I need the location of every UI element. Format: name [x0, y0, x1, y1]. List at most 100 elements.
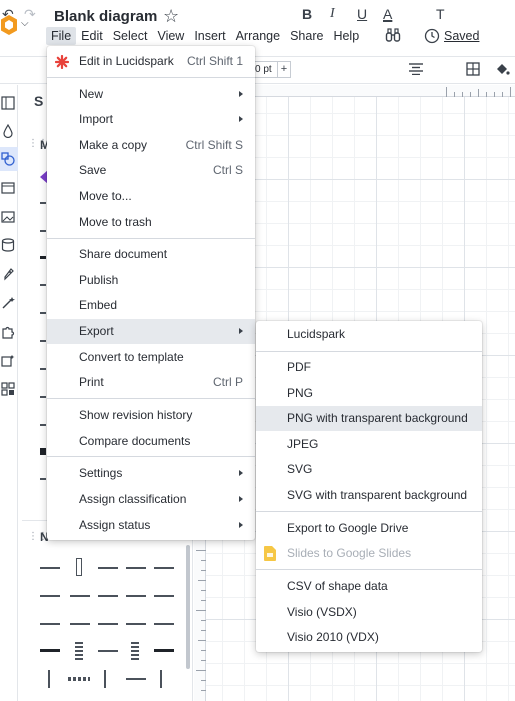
undo-icon[interactable]: ↶ — [2, 6, 14, 22]
shape-line[interactable] — [40, 396, 46, 398]
redo-icon[interactable]: ↷ — [24, 6, 36, 22]
shape-connector[interactable] — [104, 670, 106, 688]
pages-icon[interactable] — [1, 96, 15, 110]
shape-connector[interactable] — [75, 642, 83, 660]
panel-scrollbar[interactable] — [186, 545, 190, 669]
menu-item-show-revision-history[interactable]: Show revision history — [47, 403, 255, 428]
shape-connector[interactable] — [154, 649, 174, 652]
menu-select[interactable]: Select — [108, 27, 153, 45]
export-item-vdx[interactable]: Visio 2010 (VDX) — [256, 625, 482, 650]
menu-edit[interactable]: Edit — [76, 27, 108, 45]
shape-line[interactable] — [40, 202, 46, 204]
puzzle-icon[interactable] — [1, 325, 15, 339]
drop-icon[interactable] — [1, 124, 15, 138]
shape-connector[interactable] — [40, 567, 60, 569]
shape-connector[interactable] — [40, 623, 60, 625]
menu-item-make-a-copy[interactable]: Make a copy Ctrl Shift S — [47, 133, 255, 158]
shape-connector[interactable] — [126, 595, 146, 597]
menu-item-compare-documents[interactable]: Compare documents — [47, 429, 255, 454]
menu-item-assign-status[interactable]: Assign status — [47, 513, 255, 538]
integrations-icon[interactable] — [1, 382, 15, 396]
menu-item-print[interactable]: Print Ctrl P — [47, 370, 255, 395]
shape-line[interactable] — [40, 368, 46, 370]
text-options-button[interactable]: T — [436, 6, 445, 22]
menu-item-share-document[interactable]: Share document — [47, 242, 255, 267]
shape-connector[interactable] — [154, 595, 174, 597]
export-item-png-transparent[interactable]: PNG with transparent background — [256, 406, 482, 431]
export-item-png[interactable]: PNG — [256, 381, 482, 406]
shape-connector[interactable] — [98, 650, 118, 652]
star-icon[interactable]: ☆ — [163, 7, 179, 25]
shape-connector[interactable] — [126, 623, 146, 625]
shape-line[interactable] — [40, 340, 46, 342]
menu-item-publish[interactable]: Publish — [47, 268, 255, 293]
table-icon[interactable] — [466, 62, 480, 76]
menu-item-edit-in-lucidspark[interactable]: Edit in Lucidspark Ctrl Shift 1 — [47, 49, 255, 74]
shape-connector[interactable] — [68, 677, 90, 681]
shape-connector[interactable] — [70, 623, 90, 625]
text-color-button[interactable]: A — [383, 6, 392, 22]
frame-icon[interactable] — [1, 181, 15, 195]
shape-connector[interactable] — [98, 595, 118, 597]
shape-connector[interactable] — [131, 642, 139, 660]
shape-connector[interactable] — [48, 670, 50, 688]
clock-icon[interactable] — [424, 28, 440, 44]
export-item-google-slides[interactable]: Slides to Google Slides — [256, 541, 482, 566]
font-size-increase-button[interactable]: + — [277, 61, 291, 78]
export-item-jpeg[interactable]: JPEG — [256, 432, 482, 457]
menu-share[interactable]: Share — [285, 27, 328, 45]
shape-connector[interactable] — [76, 558, 82, 576]
shape-connector[interactable] — [154, 623, 174, 625]
magic-wand-icon[interactable] — [1, 296, 15, 310]
fill-color-icon[interactable] — [494, 62, 510, 77]
export-item-svg[interactable]: SVG — [256, 457, 482, 482]
shape-line[interactable] — [40, 284, 46, 286]
rocket-icon[interactable] — [1, 267, 15, 281]
saved-status-link[interactable]: Saved — [444, 29, 479, 43]
menu-item-embed[interactable]: Embed — [47, 293, 255, 318]
export-item-lucidspark[interactable]: Lucidspark — [256, 322, 482, 347]
shape-line[interactable] — [40, 256, 46, 259]
menu-arrange[interactable]: Arrange — [231, 27, 285, 45]
menu-item-move-to-trash[interactable]: Move to trash — [47, 210, 255, 235]
menu-item-export[interactable]: Export — [47, 319, 255, 344]
menu-view[interactable]: View — [152, 27, 189, 45]
ai-shapes-icon[interactable] — [1, 354, 15, 368]
shape-connector[interactable] — [98, 623, 118, 625]
export-item-pdf[interactable]: PDF — [256, 355, 482, 380]
underline-button[interactable]: U — [357, 6, 367, 22]
menu-help[interactable]: Help — [328, 27, 364, 45]
align-icon[interactable] — [409, 63, 423, 75]
shape-connector[interactable] — [126, 678, 146, 680]
menu-item-save[interactable]: Save Ctrl S — [47, 158, 255, 183]
menu-item-settings[interactable]: Settings — [47, 461, 255, 486]
export-item-csv[interactable]: CSV of shape data — [256, 574, 482, 599]
shape-connector[interactable] — [154, 567, 174, 569]
image-icon[interactable] — [1, 210, 15, 224]
italic-button[interactable]: I — [330, 6, 335, 22]
shape-line[interactable] — [40, 312, 46, 314]
shape-connector[interactable] — [126, 567, 146, 569]
shape-connector[interactable] — [160, 670, 162, 688]
shape-line[interactable] — [40, 230, 46, 232]
menu-item-convert-to-template[interactable]: Convert to template — [47, 345, 255, 370]
menu-insert[interactable]: Insert — [189, 27, 230, 45]
bold-button[interactable]: B — [302, 6, 312, 22]
font-size-input[interactable]: 0 pt — [252, 61, 278, 78]
shape-connector[interactable] — [40, 649, 60, 652]
document-title[interactable]: Blank diagram — [54, 8, 157, 25]
binoculars-icon[interactable] — [385, 27, 401, 43]
export-item-google-drive[interactable]: Export to Google Drive — [256, 516, 482, 541]
export-item-svg-transparent[interactable]: SVG with transparent background — [256, 483, 482, 508]
menu-item-move-to[interactable]: Move to... — [47, 184, 255, 209]
shapes-icon[interactable] — [1, 152, 15, 166]
database-icon[interactable] — [1, 238, 15, 252]
shape-connector[interactable] — [40, 595, 60, 597]
menu-file[interactable]: File — [46, 27, 77, 45]
shape-connector[interactable] — [98, 567, 118, 569]
export-item-vsdx[interactable]: Visio (VSDX) — [256, 600, 482, 625]
menu-item-assign-classification[interactable]: Assign classification — [47, 487, 255, 512]
shape-block[interactable] — [40, 448, 46, 455]
shape-connector[interactable] — [70, 595, 90, 597]
shape-line[interactable] — [40, 478, 46, 480]
